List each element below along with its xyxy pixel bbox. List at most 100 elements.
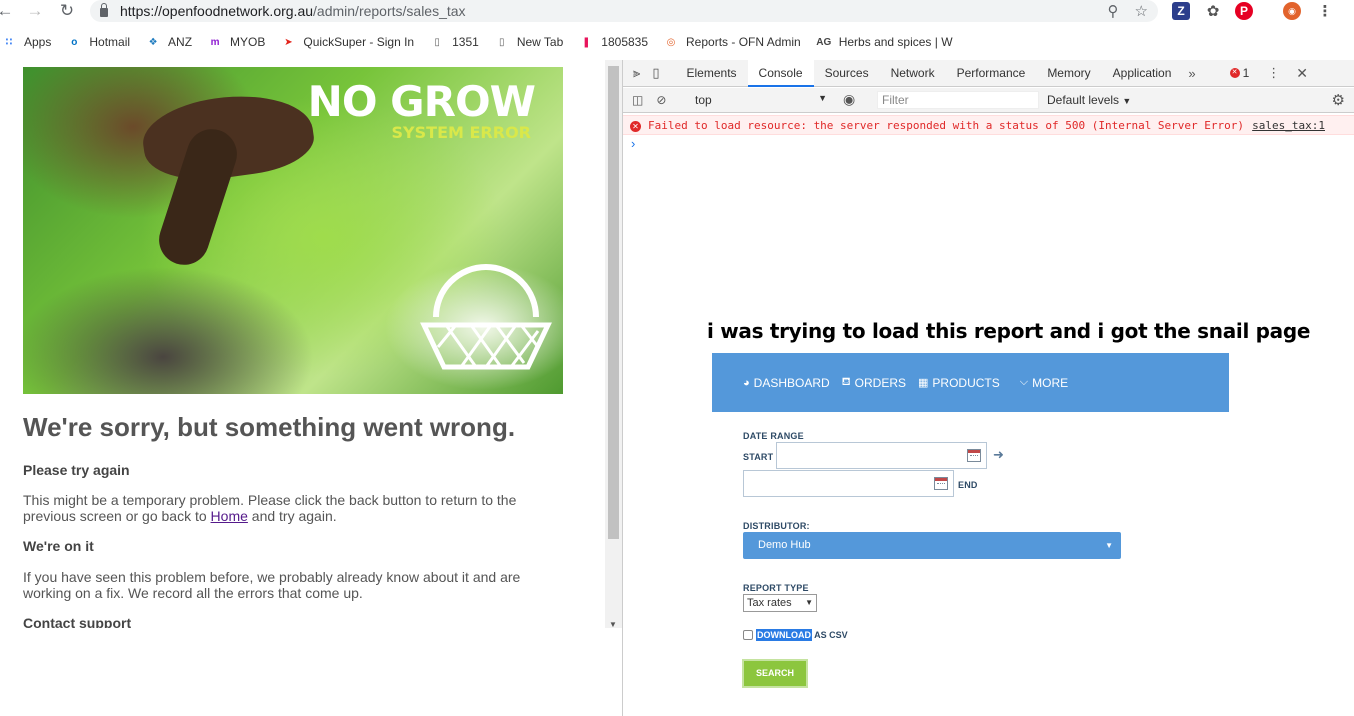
grid-icon: ▦ — [918, 377, 929, 389]
report-type-select[interactable]: Tax rates ▼ — [743, 594, 817, 612]
arrow-left-icon[interactable]: ← — [0, 1, 20, 21]
nav-label: DASHBOARD — [753, 375, 830, 390]
on-it-title: We're on it — [23, 538, 94, 554]
nav-label: PRODUCTS — [932, 375, 1000, 390]
tab-elements[interactable]: Elements — [676, 60, 748, 87]
bookmark-item[interactable]: ▯ 1351 — [430, 35, 479, 49]
download-rest: AS CSV — [812, 630, 848, 640]
tab-memory[interactable]: Memory — [1036, 60, 1101, 87]
reload-icon[interactable]: ↻ — [52, 1, 82, 21]
search-button[interactable]: SEARCH — [742, 659, 808, 688]
nav-dashboard[interactable]: ◕ DASHBOARD — [743, 376, 830, 390]
calendar-icon[interactable] — [934, 477, 948, 490]
bookmark-label: 1805835 — [601, 35, 649, 49]
lock-icon — [100, 2, 108, 17]
outlook-icon: o — [71, 36, 78, 48]
zoom-icon[interactable]: ⚲ — [1108, 2, 1119, 20]
page-icon: ▯ — [434, 36, 440, 48]
bookmark-label: 1351 — [452, 35, 479, 49]
browser-toolbar: ← → ↻ https://openfoodnetwork.org.au/adm… — [0, 0, 1354, 24]
tab-console[interactable]: Console — [747, 59, 814, 87]
error-count: 1 — [1242, 66, 1250, 80]
log-levels-select[interactable]: Default levels ▼ — [1047, 93, 1131, 107]
arrow-right-icon: ➜ — [993, 447, 1004, 462]
hero-subtitle: SYSTEM ERROR — [391, 123, 531, 142]
address-bar[interactable]: https://openfoodnetwork.org.au/admin/rep… — [90, 0, 1158, 22]
nav-label: MORE — [1032, 375, 1069, 390]
extension-swirl-icon[interactable]: ✿ — [1204, 2, 1222, 20]
chevron-down-icon: ▼ — [818, 93, 827, 103]
settings-gear-icon[interactable]: ⚙ — [1332, 91, 1345, 109]
bookmark-item[interactable]: ❖ ANZ — [146, 35, 192, 49]
clear-console-icon[interactable]: ⊘ — [656, 93, 666, 107]
bookmark-item[interactable]: ◎ Reports - OFN Admin — [664, 35, 801, 49]
no-grow-hero-image: NO GROW SYSTEM ERROR — [23, 67, 563, 394]
error-counter[interactable]: ✕ 1 — [1229, 66, 1250, 80]
calendar-icon[interactable] — [967, 449, 981, 462]
end-date-input[interactable] — [743, 470, 954, 497]
myob-icon: m — [210, 36, 220, 48]
close-devtools-icon[interactable]: ✕ — [1296, 65, 1308, 82]
bookmark-item[interactable]: ∷ Apps — [2, 35, 52, 49]
console-error-text: Failed to load resource: the server resp… — [648, 119, 1245, 132]
bookmark-label: Hotmail — [89, 35, 131, 49]
error-count-icon: ✕ — [1229, 68, 1240, 78]
zotero-extension-icon[interactable]: Z — [1172, 2, 1190, 20]
menu-kebab-icon[interactable]: ⋮ — [1316, 2, 1334, 20]
tab-performance[interactable]: Performance — [946, 60, 1037, 87]
download-csv-label[interactable]: DOWNLOAD AS CSV — [756, 629, 848, 641]
distributor-select[interactable]: Demo Hub ▼ — [743, 532, 1121, 559]
url-host: https://openfoodnetwork.org.au — [120, 3, 314, 19]
bookmark-label: Reports - OFN Admin — [686, 35, 801, 49]
nav-label: ORDERS — [854, 375, 907, 390]
tab-network[interactable]: Network — [880, 60, 946, 87]
bookmark-label: ANZ — [168, 35, 193, 49]
start-date-input[interactable] — [776, 442, 987, 469]
scrollbar-thumb[interactable] — [608, 66, 619, 539]
bookmark-item[interactable]: o Hotmail — [67, 35, 130, 49]
bookmark-item[interactable]: ▯ New Tab — [495, 35, 563, 49]
bookmark-item[interactable]: ➤ QuickSuper - Sign In — [281, 35, 414, 49]
tab-sources[interactable]: Sources — [814, 60, 880, 87]
console-error-source-link[interactable]: sales_tax:1 — [1252, 116, 1325, 136]
context-select[interactable]: top ▼ — [695, 93, 827, 107]
ofn-admin-nav: ◕ DASHBOARD ⛾ ORDERS ▦ PRODUCTS ⌵ MORE — [712, 353, 1229, 412]
ofn-extension-icon[interactable]: ◉ — [1283, 2, 1301, 20]
chevron-down-icon: ▼ — [1122, 96, 1132, 106]
on-it-text: If you have seen this problem before, we… — [23, 569, 521, 601]
pinterest-icon[interactable]: P — [1235, 2, 1253, 20]
nav-products[interactable]: ▦ PRODUCTS — [918, 376, 1000, 390]
try-again-title: Please try again — [23, 462, 130, 478]
arrow-right-icon[interactable]: → — [20, 1, 50, 21]
scroll-down-icon[interactable]: ▼ — [609, 620, 617, 629]
device-toolbar-icon[interactable]: ▯ — [652, 65, 659, 81]
bookmark-item[interactable]: AG Herbs and spices | W — [816, 35, 953, 49]
bookmark-item[interactable]: m MYOB — [208, 35, 266, 49]
try-again-text: This might be a temporary problem. Pleas… — [23, 492, 563, 524]
more-tabs-icon[interactable]: » — [1188, 66, 1195, 81]
eye-icon[interactable]: ◉ — [843, 91, 855, 108]
quicksuper-icon: ➤ — [284, 36, 293, 48]
sidebar-toggle-icon[interactable]: ◫ — [632, 93, 643, 107]
page-scrollbar[interactable]: ▼ — [605, 60, 622, 629]
distributor-label: DISTRIBUTOR: — [743, 521, 810, 531]
url-text[interactable]: https://openfoodnetwork.org.au/admin/rep… — [120, 3, 466, 19]
report-type-value: Tax rates — [747, 597, 792, 609]
inspect-element-icon[interactable]: ⫸ — [633, 65, 640, 81]
devtools-menu-icon[interactable]: ⋮ — [1267, 65, 1280, 81]
bookmark-label: Apps — [24, 35, 52, 49]
nav-orders[interactable]: ⛾ ORDERS — [842, 376, 906, 390]
bookmark-item[interactable]: ❚ 1805835 — [579, 35, 648, 49]
star-icon[interactable]: ☆ — [1135, 2, 1148, 20]
download-highlight: DOWNLOAD — [756, 629, 812, 641]
download-csv-checkbox[interactable] — [743, 630, 753, 640]
basket-logo-icon — [420, 264, 552, 370]
bookmarks-bar: ∷ Apps o Hotmail ❖ ANZ m MYOB ➤ QuickSuper - Sign… — [0, 30, 1354, 54]
tab-application[interactable]: Application — [1102, 60, 1183, 87]
nav-more[interactable]: ⌵ MORE — [1020, 376, 1068, 390]
console-filter-input[interactable]: Filter — [877, 91, 1039, 109]
home-link[interactable]: Home — [211, 508, 248, 524]
console-prompt[interactable]: › — [631, 136, 635, 151]
ofn-icon: ◎ — [666, 36, 676, 48]
bookmark-label: Herbs and spices | W — [838, 35, 953, 49]
